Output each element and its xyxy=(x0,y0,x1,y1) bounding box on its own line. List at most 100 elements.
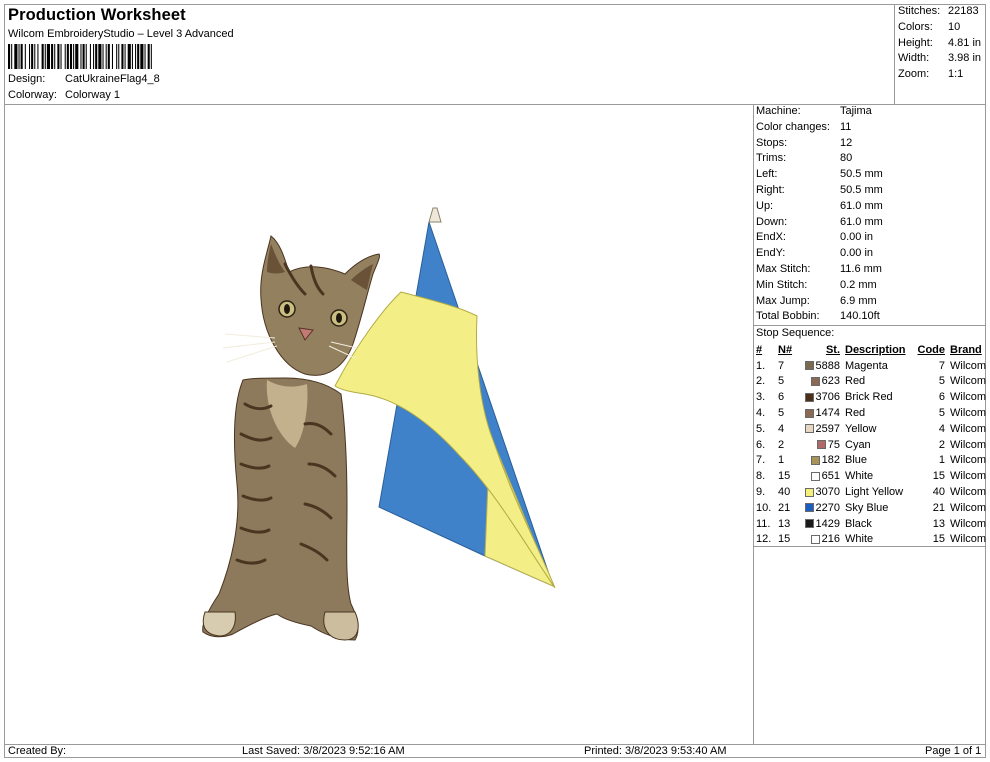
row-number: 3. xyxy=(756,391,766,404)
table-row: 12. 15 216 White 15 Wilcom xyxy=(754,532,987,548)
row-brand: Wilcom xyxy=(950,438,987,451)
row-brand: Wilcom xyxy=(950,422,987,435)
row-needle: 13 xyxy=(778,517,791,530)
color-swatch-icon xyxy=(804,392,814,402)
color-swatch-icon xyxy=(804,503,814,513)
color-swatch-icon xyxy=(816,440,826,450)
row-code: 5 xyxy=(938,407,945,420)
barcode-bar xyxy=(140,44,144,69)
row-code: 40 xyxy=(932,486,945,499)
table-row: 1. 7 5888 Magenta 7 Wilcom xyxy=(754,358,987,374)
row-brand: Wilcom xyxy=(950,454,987,467)
barcode-bar xyxy=(85,44,87,69)
barcode-bar xyxy=(116,44,118,69)
cat-eye-right-pupil xyxy=(336,313,342,323)
barcode-bar xyxy=(31,44,34,69)
prop-up: Up: 61.0 mm xyxy=(756,199,883,212)
barcode-bar xyxy=(44,44,46,69)
prop-trims: Trims: 80 xyxy=(756,152,853,165)
row-description: Brick Red xyxy=(845,391,893,404)
barcode-bar xyxy=(75,44,79,69)
barcode-bar xyxy=(124,44,126,69)
prop-total-bobbin: Total Bobbin: 140.10ft xyxy=(756,310,880,323)
row-brand: Wilcom xyxy=(950,501,987,514)
row-number: 5. xyxy=(756,422,766,435)
table-row: 11. 13 1429 Black 13 Wilcom xyxy=(754,516,987,532)
row-needle: 4 xyxy=(778,422,785,435)
row-stitches: 75 xyxy=(795,437,841,453)
color-swatch-icon xyxy=(804,519,814,529)
cat-eye-left-pupil xyxy=(284,304,290,314)
row-brand: Wilcom xyxy=(950,533,987,546)
table-row: 7. 1 182 Blue 1 Wilcom xyxy=(754,453,987,469)
row-brand: Wilcom xyxy=(950,517,987,530)
col-stitches: St. xyxy=(825,343,840,356)
barcode-bar xyxy=(73,44,75,69)
barcode-bar xyxy=(66,44,69,69)
row-description: Yellow xyxy=(845,422,877,435)
color-swatch-icon xyxy=(804,487,814,497)
row-code: 1 xyxy=(938,454,945,467)
row-needle: 1 xyxy=(778,454,785,467)
color-swatch-icon xyxy=(804,408,814,418)
col-number: # xyxy=(756,343,763,356)
barcode-bar xyxy=(18,44,20,69)
prop-max-stitch: Max Stitch: 11.6 mm xyxy=(756,262,882,275)
stats-divider xyxy=(894,4,895,104)
row-stitches: 5888 xyxy=(795,358,841,374)
prop-machine: Machine: Tajima xyxy=(756,105,872,117)
last-saved: Last Saved: 3/8/2023 9:52:16 AM xyxy=(242,745,405,757)
color-swatch-icon xyxy=(810,377,820,387)
row-description: Red xyxy=(845,375,866,388)
prop-color-changes: Color changes: 11 xyxy=(756,120,852,133)
barcode-bar xyxy=(107,44,110,69)
row-stitches: 216 xyxy=(795,532,841,548)
row-description: Black xyxy=(845,517,872,530)
row-needle: 2 xyxy=(778,438,785,451)
barcode-bar xyxy=(137,44,140,69)
barcode-bar xyxy=(131,44,133,69)
row-stitches: 3070 xyxy=(795,484,841,500)
row-number: 10. xyxy=(756,501,772,514)
page-title: Production Worksheet xyxy=(8,6,186,24)
row-stitches: 182 xyxy=(795,453,841,469)
col-brand: Brand xyxy=(950,343,982,356)
created-by: Created By: xyxy=(8,745,67,757)
barcode-bar xyxy=(14,44,18,69)
row-number: 11. xyxy=(756,517,771,530)
row-needle: 15 xyxy=(778,533,791,546)
stop-sequence-table: # N# St. Description Code Brand 1. 7 5888 M… xyxy=(754,342,987,547)
table-row: 3. 6 3706 Brick Red 6 Wilcom xyxy=(754,389,987,405)
barcode-bar xyxy=(54,44,56,69)
barcode-bar xyxy=(150,44,152,69)
row-needle: 6 xyxy=(778,391,785,404)
stat-height: Height: 4.81 in xyxy=(898,36,982,49)
row-description: White xyxy=(845,470,874,483)
barcode-bar xyxy=(147,44,150,69)
row-description: Magenta xyxy=(845,359,888,372)
color-swatch-icon xyxy=(810,535,820,545)
barcode-bar xyxy=(135,44,137,69)
software-name: Wilcom EmbroideryStudio – Level 3 Advanc… xyxy=(8,28,234,40)
row-number: 8. xyxy=(756,470,766,483)
row-stitches: 2597 xyxy=(795,421,841,437)
prop-left: Left: 50.5 mm xyxy=(756,168,883,181)
prop-min-stitch: Min Stitch: 0.2 mm xyxy=(756,278,877,291)
machine-properties: Machine: Tajima Color changes: 11 Stops: 12… xyxy=(756,105,986,326)
row-code: 7 xyxy=(938,359,945,372)
prop-endx: EndX: 0.00 in xyxy=(756,231,874,244)
row-brand: Wilcom xyxy=(950,359,987,372)
barcode-bar xyxy=(82,44,85,69)
row-code: 4 xyxy=(938,422,945,435)
row-description: Red xyxy=(845,407,866,420)
row-number: 2. xyxy=(756,375,766,388)
row-description: Blue xyxy=(845,454,868,467)
row-brand: Wilcom xyxy=(950,407,987,420)
prop-max-jump: Max Jump: 6.9 mm xyxy=(756,294,877,307)
barcode-bar xyxy=(11,44,13,69)
barcode-bar xyxy=(51,44,54,69)
barcode-bar xyxy=(24,44,26,69)
stat-width: Width: 3.98 in xyxy=(898,52,982,65)
table-row: 8. 15 651 White 15 Wilcom xyxy=(754,468,987,484)
barcode-bar xyxy=(121,44,124,69)
